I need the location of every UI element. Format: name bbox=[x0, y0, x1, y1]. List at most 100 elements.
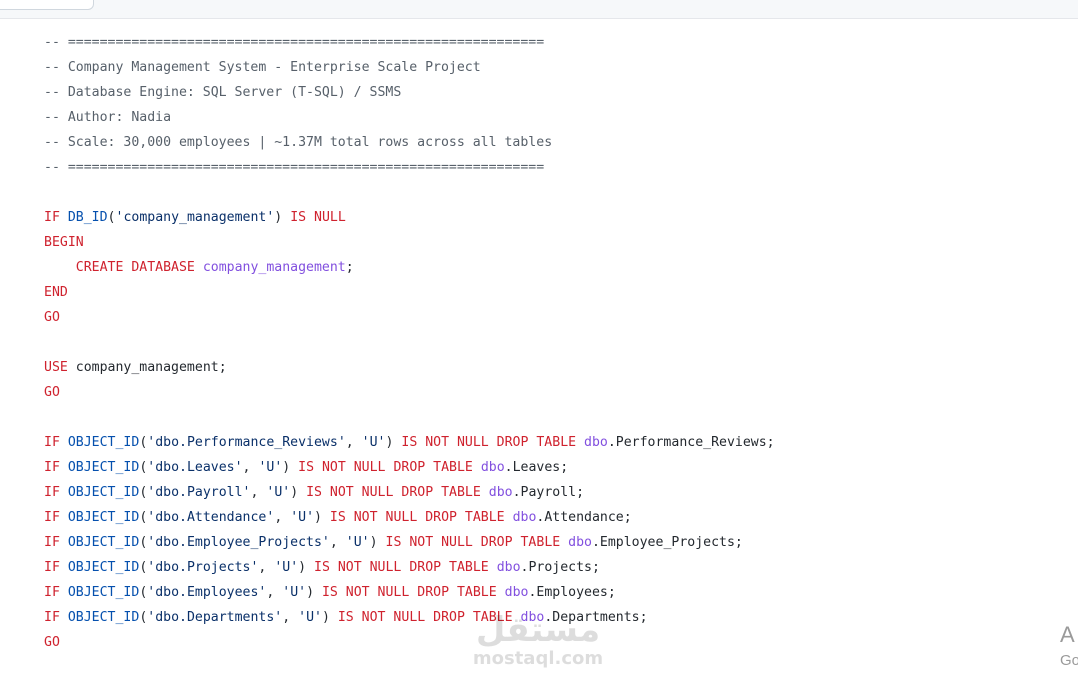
function-object-id: OBJECT_ID bbox=[67, 435, 140, 450]
code-line-drop-table: IF OBJECT_ID('dbo.Employees', 'U') IS NO… bbox=[44, 585, 616, 600]
keyword-if: IF bbox=[44, 560, 60, 575]
schema-name: dbo bbox=[488, 485, 513, 500]
string-object-type: 'U' bbox=[361, 435, 386, 450]
code-line-comment-scale: -- Scale: 30,000 employees | ~1.37M tota… bbox=[44, 135, 553, 150]
os-overlay-line-2: Go bbox=[1060, 652, 1078, 669]
string-table-name: 'dbo.Attendance' bbox=[147, 510, 275, 525]
function-object-id: OBJECT_ID bbox=[67, 610, 140, 625]
function-object-id: OBJECT_ID bbox=[67, 535, 140, 550]
string-db-name: 'company_management' bbox=[115, 210, 275, 225]
string-object-type: 'U' bbox=[290, 510, 315, 525]
os-overlay-line-1: A bbox=[1060, 622, 1075, 647]
keyword-is-null: IS NULL bbox=[290, 210, 346, 225]
code-line-go: GO bbox=[44, 310, 60, 325]
table-name: .Projects; bbox=[520, 560, 600, 575]
schema-name: dbo bbox=[480, 460, 505, 475]
code-line-if-db-id: IF DB_ID('company_management') IS NULL bbox=[44, 210, 346, 225]
keyword-if: IF bbox=[44, 585, 60, 600]
function-db-id: DB_ID bbox=[67, 210, 108, 225]
keyword-if: IF bbox=[44, 210, 60, 225]
string-object-type: 'U' bbox=[258, 460, 283, 475]
keyword-if: IF bbox=[44, 610, 60, 625]
string-table-name: 'dbo.Employee_Projects' bbox=[147, 535, 330, 550]
keyword-is-not-null: IS NOT NULL bbox=[314, 560, 402, 575]
code-line-drop-table: IF OBJECT_ID('dbo.Attendance', 'U') IS N… bbox=[44, 510, 632, 525]
code-line-comment-author: -- Author: Nadia bbox=[44, 110, 172, 125]
table-name: .Performance_Reviews; bbox=[607, 435, 775, 450]
string-table-name: 'dbo.Payroll' bbox=[147, 485, 251, 500]
keyword-drop-table: DROP TABLE bbox=[433, 610, 513, 625]
string-object-type: 'U' bbox=[274, 560, 299, 575]
table-name: .Leaves; bbox=[504, 460, 569, 475]
keyword-is-not-null: IS NOT NULL bbox=[385, 535, 473, 550]
keyword-if: IF bbox=[44, 460, 60, 475]
keyword-use: USE bbox=[44, 360, 68, 375]
sql-code-block: -- =====================================… bbox=[44, 30, 775, 655]
code-line-drop-table: IF OBJECT_ID('dbo.Projects', 'U') IS NOT… bbox=[44, 560, 600, 575]
table-name: .Attendance; bbox=[536, 510, 632, 525]
keyword-drop-table: DROP TABLE bbox=[409, 560, 489, 575]
keyword-is-not-null: IS NOT NULL bbox=[321, 585, 410, 600]
keyword-is-not-null: IS NOT NULL bbox=[298, 460, 386, 475]
top-toolbar-strip bbox=[0, 0, 1078, 19]
function-object-id: OBJECT_ID bbox=[67, 560, 140, 575]
code-line-drop-table: IF OBJECT_ID('dbo.Employee_Projects', 'U… bbox=[44, 535, 743, 550]
code-line-drop-table: IF OBJECT_ID('dbo.Performance_Reviews', … bbox=[44, 435, 775, 450]
keyword-drop-table: DROP TABLE bbox=[496, 435, 577, 450]
keyword-is-not-null: IS NOT NULL bbox=[401, 435, 489, 450]
code-line-comment-engine: -- Database Engine: SQL Server (T-SQL) /… bbox=[44, 85, 402, 100]
string-object-type: 'U' bbox=[282, 585, 307, 600]
schema-name: dbo bbox=[512, 510, 537, 525]
schema-name: dbo bbox=[584, 435, 608, 450]
function-object-id: OBJECT_ID bbox=[67, 510, 140, 525]
schema-name: dbo bbox=[504, 585, 529, 600]
identifier-db-name: company_management; bbox=[75, 360, 227, 375]
code-viewer: -- =====================================… bbox=[0, 0, 1078, 691]
keyword-create-database: CREATE DATABASE bbox=[75, 260, 195, 275]
function-object-id: OBJECT_ID bbox=[67, 585, 140, 600]
keyword-if: IF bbox=[44, 435, 60, 450]
keyword-if: IF bbox=[44, 510, 60, 525]
code-line-begin: BEGIN bbox=[44, 235, 84, 250]
keyword-if: IF bbox=[44, 535, 60, 550]
identifier-db-name: company_management bbox=[202, 260, 346, 275]
string-object-type: 'U' bbox=[298, 610, 322, 625]
keyword-drop-table: DROP TABLE bbox=[417, 585, 497, 600]
code-line-use: USE company_management; bbox=[44, 355, 775, 380]
code-line-drop-table: IF OBJECT_ID('dbo.Leaves', 'U') IS NOT N… bbox=[44, 460, 569, 475]
os-activation-overlay: A Go bbox=[1060, 622, 1078, 674]
schema-name: dbo bbox=[520, 610, 545, 625]
table-name: .Departments; bbox=[544, 610, 648, 625]
keyword-is-not-null: IS NOT NULL bbox=[329, 510, 418, 525]
string-table-name: 'dbo.Performance_Reviews' bbox=[147, 435, 346, 450]
code-line-go: GO bbox=[44, 385, 60, 400]
schema-name: dbo bbox=[568, 535, 592, 550]
function-object-id: OBJECT_ID bbox=[67, 460, 140, 475]
code-line-drop-table: IF OBJECT_ID('dbo.Departments', 'U') IS … bbox=[44, 610, 648, 625]
string-table-name: 'dbo.Employees' bbox=[147, 585, 267, 600]
string-table-name: 'dbo.Leaves' bbox=[147, 460, 243, 475]
code-line-comment-title: -- Company Management System - Enterpris… bbox=[44, 60, 481, 75]
code-line-comment-rule-end: -- =====================================… bbox=[44, 160, 545, 175]
string-object-type: 'U' bbox=[266, 485, 291, 500]
schema-name: dbo bbox=[496, 560, 521, 575]
top-tab[interactable] bbox=[0, 0, 94, 10]
string-object-type: 'U' bbox=[345, 535, 370, 550]
keyword-is-not-null: IS NOT NULL bbox=[306, 485, 394, 500]
table-name: .Employees; bbox=[528, 585, 616, 600]
code-line-create-database: CREATE DATABASE company_management; bbox=[75, 260, 354, 275]
code-line-comment-rule: -- =====================================… bbox=[44, 35, 545, 50]
string-table-name: 'dbo.Departments' bbox=[147, 610, 283, 625]
string-table-name: 'dbo.Projects' bbox=[147, 560, 259, 575]
function-object-id: OBJECT_ID bbox=[67, 485, 140, 500]
keyword-drop-table: DROP TABLE bbox=[393, 460, 473, 475]
keyword-drop-table: DROP TABLE bbox=[425, 510, 505, 525]
table-name: .Payroll; bbox=[512, 485, 585, 500]
keyword-drop-table: DROP TABLE bbox=[401, 485, 481, 500]
table-name: .Employee_Projects; bbox=[591, 535, 743, 550]
keyword-if: IF bbox=[44, 485, 60, 500]
code-line-go: GO bbox=[44, 635, 60, 650]
